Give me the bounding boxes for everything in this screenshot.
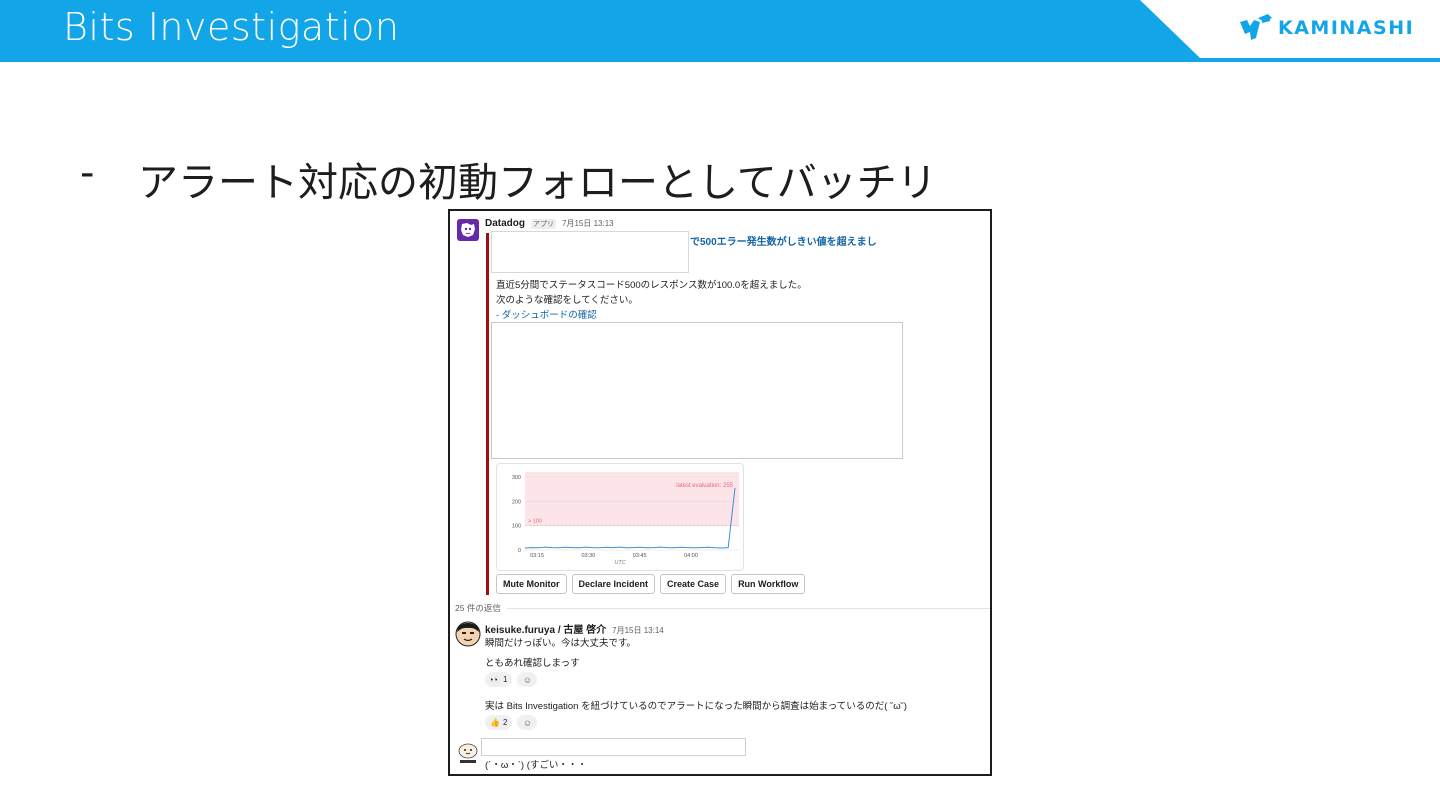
- y-tick-label: 0: [518, 548, 521, 554]
- redacted-image-area: [491, 322, 903, 459]
- logo-text: KAMINASHI: [1278, 17, 1415, 39]
- redacted-area: [481, 738, 746, 756]
- reply-count[interactable]: 25 件の返信: [455, 602, 501, 614]
- create-case-button[interactable]: Create Case: [660, 574, 727, 594]
- y-tick-label: 200: [512, 499, 521, 505]
- threshold-label: > 100: [528, 519, 542, 525]
- add-reaction-icon[interactable]: ☺: [517, 672, 538, 687]
- reaction-count: 1: [502, 675, 508, 684]
- x-tick-label: 03:30: [581, 553, 595, 559]
- x-tick-label: 03:45: [633, 553, 647, 559]
- alert-body-line: 直近5分間でステータスコード500のレスポンス数が100.0を超えました。: [496, 280, 807, 291]
- y-tick-label: 300: [512, 475, 521, 481]
- bullet-point: - アラート対応の初動フォローとしてバッチリ: [80, 150, 937, 208]
- app-tag: アプリ: [531, 219, 556, 229]
- reaction-count: 2: [502, 718, 508, 727]
- alert-title-link[interactable]: で500エラー発生数がしきい値を超えまし: [690, 233, 877, 248]
- company-logo: KAMINASHI: [1238, 12, 1414, 44]
- reply-sender-name[interactable]: keisuke.furuya / 古屋 啓介: [485, 621, 606, 636]
- thumbs-up-emoji-icon: 👍: [490, 718, 500, 727]
- attachment-color-bar: [486, 233, 489, 595]
- alert-actions: Mute Monitor Declare Incident Create Cas…: [496, 574, 806, 594]
- y-tick-label: 100: [512, 524, 521, 530]
- alert-body-line: 次のような確認をしてください。: [496, 295, 638, 306]
- pome-avatar[interactable]: [457, 742, 479, 764]
- reply-text: 瞬間だけっぽい。今は大丈夫です。: [485, 638, 637, 649]
- x-tick-label: 03:15: [530, 553, 544, 559]
- slack-screenshot: Datadog アプリ 7月15日 13:13 で500エラー発生数がしきい値を…: [448, 209, 992, 776]
- thread-divider: 25 件の返信: [455, 602, 990, 614]
- reply-text: 実は Bits Investigation を紐づけているのでアラートになった瞬…: [485, 701, 907, 712]
- reaction-thumbs-up[interactable]: 👍 2: [485, 715, 513, 730]
- x-axis-label: UTC: [614, 560, 625, 566]
- datadog-dog-icon: [457, 219, 479, 241]
- divider-line: [506, 607, 990, 609]
- reaction-bar: 👍 2 ☺: [485, 715, 538, 730]
- message-timestamp[interactable]: 7月15日 13:13: [562, 218, 614, 229]
- threshold-region: [525, 472, 739, 526]
- eyes-emoji-icon: 👀: [490, 675, 500, 684]
- kaminashi-logo-icon: [1240, 14, 1272, 40]
- add-reaction-icon[interactable]: ☺: [517, 715, 538, 730]
- monitor-chart: 0 100 200 300 03:15 03:30 03:45 04:00 UTC > 100 la…: [512, 472, 739, 566]
- reply-text: ともあれ確認しまっす: [485, 658, 580, 669]
- run-workflow-button[interactable]: Run Workflow: [731, 574, 806, 594]
- datadog-avatar: [457, 219, 479, 241]
- x-tick-label: 04:00: [684, 553, 698, 559]
- user-avatar[interactable]: [455, 621, 481, 647]
- alert-body: 直近5分間でステータスコード500のレスポンス数が100.0を超えました。 次の…: [496, 278, 807, 323]
- slide-title: Bits Investigation: [63, 5, 400, 49]
- reply-header: keisuke.furuya / 古屋 啓介 7月15日 13:14: [485, 621, 664, 636]
- redacted-area: [491, 231, 689, 273]
- chart-annotation: latest evaluation: 255: [676, 483, 733, 489]
- reaction-eyes[interactable]: 👀 1: [485, 672, 513, 687]
- monitor-graph[interactable]: 0 100 200 300 03:15 03:30 03:45 04:00 UTC > 100 la…: [496, 463, 744, 571]
- reaction-bar: 👀 1 ☺: [485, 672, 538, 687]
- alert-message-header: Datadog アプリ 7月15日 13:13: [485, 218, 614, 229]
- dashboard-link[interactable]: - ダッシュボードの確認: [496, 308, 807, 323]
- bullet-text: アラート対応の初動フォローとしてバッチリ: [138, 160, 937, 206]
- mute-monitor-button[interactable]: Mute Monitor: [496, 574, 567, 594]
- sender-name[interactable]: Datadog: [485, 218, 525, 229]
- reply-text: (´・ω・`) (すごい・・・: [485, 760, 587, 771]
- declare-incident-button[interactable]: Declare Incident: [571, 574, 656, 594]
- bullet-marker: -: [80, 150, 95, 196]
